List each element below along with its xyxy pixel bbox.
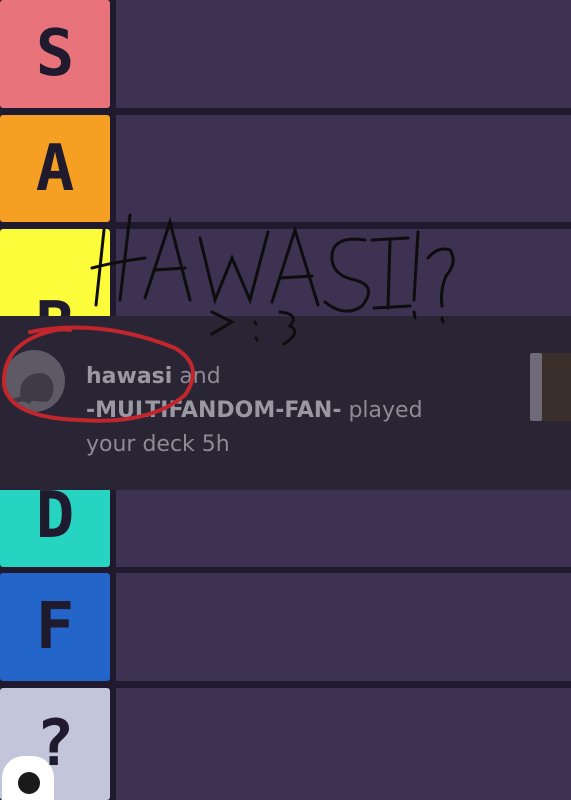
conjunction-text: and (172, 364, 221, 389)
timestamp-text: 5h (201, 432, 230, 458)
deck-thumbnail-edge[interactable] (530, 353, 542, 421)
tier-a[interactable]: A (0, 115, 571, 222)
tier-row-s[interactable] (116, 0, 571, 108)
notification-text: hawasi and -MULTIFANDOM-FAN- played your… (86, 360, 506, 462)
deck-thumbnail[interactable] (542, 353, 571, 421)
username-hawasi[interactable]: hawasi (86, 364, 172, 389)
tier-label-s: S (0, 0, 110, 108)
tier-f[interactable]: F (0, 573, 571, 681)
tier-unknown[interactable]: ? (0, 688, 571, 800)
username-multifandom-fan[interactable]: -MULTIFANDOM-FAN- (86, 398, 341, 423)
tier-row-f[interactable] (116, 573, 571, 681)
tier-row-a[interactable] (116, 115, 571, 222)
camera-lens (18, 772, 40, 794)
deck-text: your deck (86, 432, 195, 458)
tier-label-f: F (0, 573, 110, 681)
tier-row-unknown[interactable] (116, 688, 571, 800)
action-text: played (341, 398, 423, 424)
tier-s[interactable]: S (0, 0, 571, 108)
camera-icon[interactable] (2, 756, 54, 800)
tier-label-a: A (0, 115, 110, 222)
avatar-icon[interactable] (3, 350, 65, 412)
